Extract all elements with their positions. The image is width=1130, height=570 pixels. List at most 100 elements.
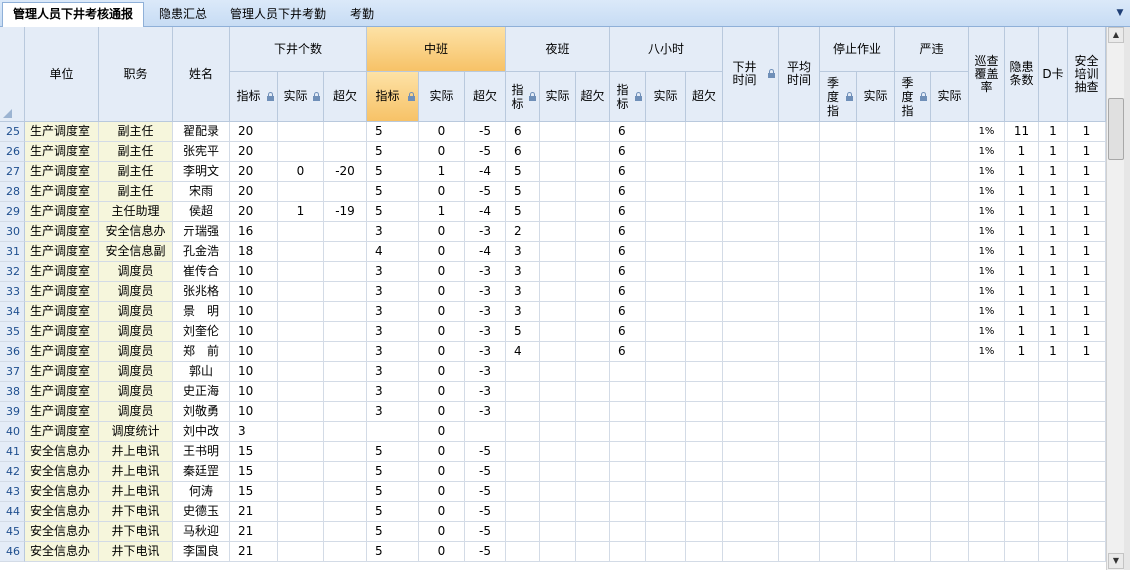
header-group-yanwei[interactable]: 严违 <box>895 27 969 72</box>
cell-unit[interactable]: 生产调度室 <box>25 142 99 162</box>
cell-e[interactable]: 0 <box>419 302 465 322</box>
cell-s1[interactable] <box>820 282 857 302</box>
grid-corner[interactable] <box>0 27 25 122</box>
cell-b[interactable]: 1 <box>278 202 324 222</box>
cell-h3[interactable] <box>686 182 723 202</box>
cell-h3[interactable] <box>686 522 723 542</box>
cell-name[interactable]: 刘中改 <box>173 422 230 442</box>
cell-h2[interactable] <box>646 342 686 362</box>
cell-y1[interactable] <box>895 502 931 522</box>
cell-a[interactable]: 3 <box>230 422 278 442</box>
cell-y1[interactable] <box>895 342 931 362</box>
cell-t2[interactable] <box>779 462 820 482</box>
cell-x[interactable]: 1% <box>969 322 1005 342</box>
cell-s2[interactable] <box>857 522 895 542</box>
cell-pos[interactable]: 副主任 <box>99 182 173 202</box>
cell-t2[interactable] <box>779 142 820 162</box>
row-number[interactable]: 41 <box>0 442 25 462</box>
cell-s1[interactable] <box>820 222 857 242</box>
cell-y1[interactable] <box>895 202 931 222</box>
table-row[interactable]: 31 生产调度室 安全信息副 孔金浩 18 4 0 -4 3 6 1% 1 1 1 <box>0 242 1106 262</box>
cell-t1[interactable] <box>723 342 779 362</box>
cell-c[interactable] <box>324 242 367 262</box>
cell-y2[interactable] <box>931 542 969 562</box>
cell-e[interactable]: 0 <box>419 522 465 542</box>
cell-name[interactable]: 孔金浩 <box>173 242 230 262</box>
cell-s1[interactable] <box>820 342 857 362</box>
cell-d[interactable]: 3 <box>367 222 419 242</box>
cell-g2[interactable] <box>540 182 576 202</box>
cell-z[interactable] <box>1039 382 1068 402</box>
header-yinhuan[interactable]: 隐患条数 <box>1005 27 1039 122</box>
cell-s1[interactable] <box>820 382 857 402</box>
cell-h[interactable] <box>610 362 646 382</box>
cell-w[interactable] <box>1068 382 1106 402</box>
cell-h[interactable]: 6 <box>610 262 646 282</box>
cell-d[interactable]: 3 <box>367 302 419 322</box>
cell-g3[interactable] <box>576 502 610 522</box>
cell-pos[interactable]: 副主任 <box>99 162 173 182</box>
cell-t1[interactable] <box>723 382 779 402</box>
cell-h3[interactable] <box>686 462 723 482</box>
cell-x[interactable]: 1% <box>969 342 1005 362</box>
cell-h3[interactable] <box>686 162 723 182</box>
cell-t2[interactable] <box>779 482 820 502</box>
cell-g2[interactable] <box>540 482 576 502</box>
cell-y1[interactable] <box>895 462 931 482</box>
cell-g2[interactable] <box>540 222 576 242</box>
cell-name[interactable]: 秦廷罡 <box>173 462 230 482</box>
cell-pos[interactable]: 调度员 <box>99 322 173 342</box>
cell-x[interactable] <box>969 462 1005 482</box>
cell-s2[interactable] <box>857 242 895 262</box>
cell-unit[interactable]: 生产调度室 <box>25 342 99 362</box>
cell-t1[interactable] <box>723 262 779 282</box>
cell-s1[interactable] <box>820 422 857 442</box>
cell-e[interactable]: 0 <box>419 422 465 442</box>
cell-x[interactable]: 1% <box>969 262 1005 282</box>
cell-c[interactable] <box>324 502 367 522</box>
cell-t1[interactable] <box>723 182 779 202</box>
cell-h2[interactable] <box>646 402 686 422</box>
cell-e[interactable]: 0 <box>419 342 465 362</box>
cell-c[interactable] <box>324 362 367 382</box>
cell-h[interactable] <box>610 482 646 502</box>
cell-h[interactable]: 6 <box>610 222 646 242</box>
cell-g2[interactable] <box>540 302 576 322</box>
cell-g3[interactable] <box>576 402 610 422</box>
cell-g[interactable] <box>506 422 540 442</box>
cell-t2[interactable] <box>779 202 820 222</box>
cell-y2[interactable] <box>931 342 969 362</box>
cell-h2[interactable] <box>646 202 686 222</box>
cell-f[interactable]: -3 <box>465 382 506 402</box>
cell-t2[interactable] <box>779 122 820 142</box>
cell-g3[interactable] <box>576 202 610 222</box>
cell-y[interactable] <box>1005 382 1039 402</box>
cell-t1[interactable] <box>723 402 779 422</box>
cell-t2[interactable] <box>779 522 820 542</box>
row-number[interactable]: 32 <box>0 262 25 282</box>
cell-c[interactable] <box>324 262 367 282</box>
cell-s2[interactable] <box>857 342 895 362</box>
cell-name[interactable]: 宋雨 <box>173 182 230 202</box>
cell-y[interactable] <box>1005 362 1039 382</box>
cell-t1[interactable] <box>723 362 779 382</box>
subheader-e[interactable]: 实际 <box>419 72 465 122</box>
cell-y[interactable]: 1 <box>1005 262 1039 282</box>
cell-g3[interactable] <box>576 222 610 242</box>
cell-s1[interactable] <box>820 302 857 322</box>
cell-name[interactable]: 侯超 <box>173 202 230 222</box>
cell-z[interactable]: 1 <box>1039 322 1068 342</box>
cell-h[interactable]: 6 <box>610 282 646 302</box>
table-row[interactable]: 38 生产调度室 调度员 史正海 10 3 0 -3 <box>0 382 1106 402</box>
cell-c[interactable] <box>324 142 367 162</box>
cell-y2[interactable] <box>931 442 969 462</box>
cell-y[interactable] <box>1005 482 1039 502</box>
cell-h2[interactable] <box>646 382 686 402</box>
cell-y1[interactable] <box>895 442 931 462</box>
cell-t2[interactable] <box>779 282 820 302</box>
cell-x[interactable] <box>969 382 1005 402</box>
cell-s2[interactable] <box>857 402 895 422</box>
cell-s1[interactable] <box>820 462 857 482</box>
cell-t1[interactable] <box>723 162 779 182</box>
cell-unit[interactable]: 生产调度室 <box>25 202 99 222</box>
